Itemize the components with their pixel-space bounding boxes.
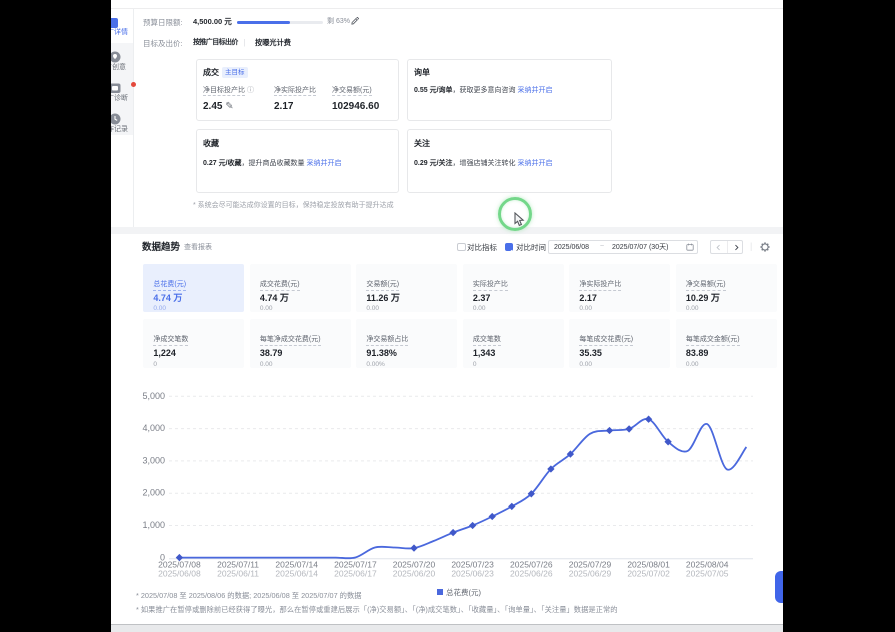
svg-text:2025/06/26: 2025/06/26	[510, 569, 553, 579]
svg-text:2025/07/05: 2025/07/05	[686, 569, 729, 579]
svg-text:3,000: 3,000	[142, 455, 165, 465]
svg-text:2,000: 2,000	[142, 488, 165, 498]
svg-text:2025/06/29: 2025/06/29	[569, 569, 612, 579]
svg-text:4,000: 4,000	[142, 423, 165, 433]
svg-text:1,000: 1,000	[142, 520, 165, 530]
svg-text:2025/06/11: 2025/06/11	[217, 569, 259, 579]
svg-text:2025/06/23: 2025/06/23	[451, 569, 494, 579]
svg-text:2025/06/14: 2025/06/14	[275, 569, 318, 579]
svg-text:2025/06/20: 2025/06/20	[393, 569, 436, 579]
svg-text:2025/06/17: 2025/06/17	[334, 569, 377, 579]
svg-text:5,000: 5,000	[142, 391, 165, 401]
svg-text:2025/07/02: 2025/07/02	[627, 569, 670, 579]
svg-text:2025/06/08: 2025/06/08	[158, 569, 201, 579]
